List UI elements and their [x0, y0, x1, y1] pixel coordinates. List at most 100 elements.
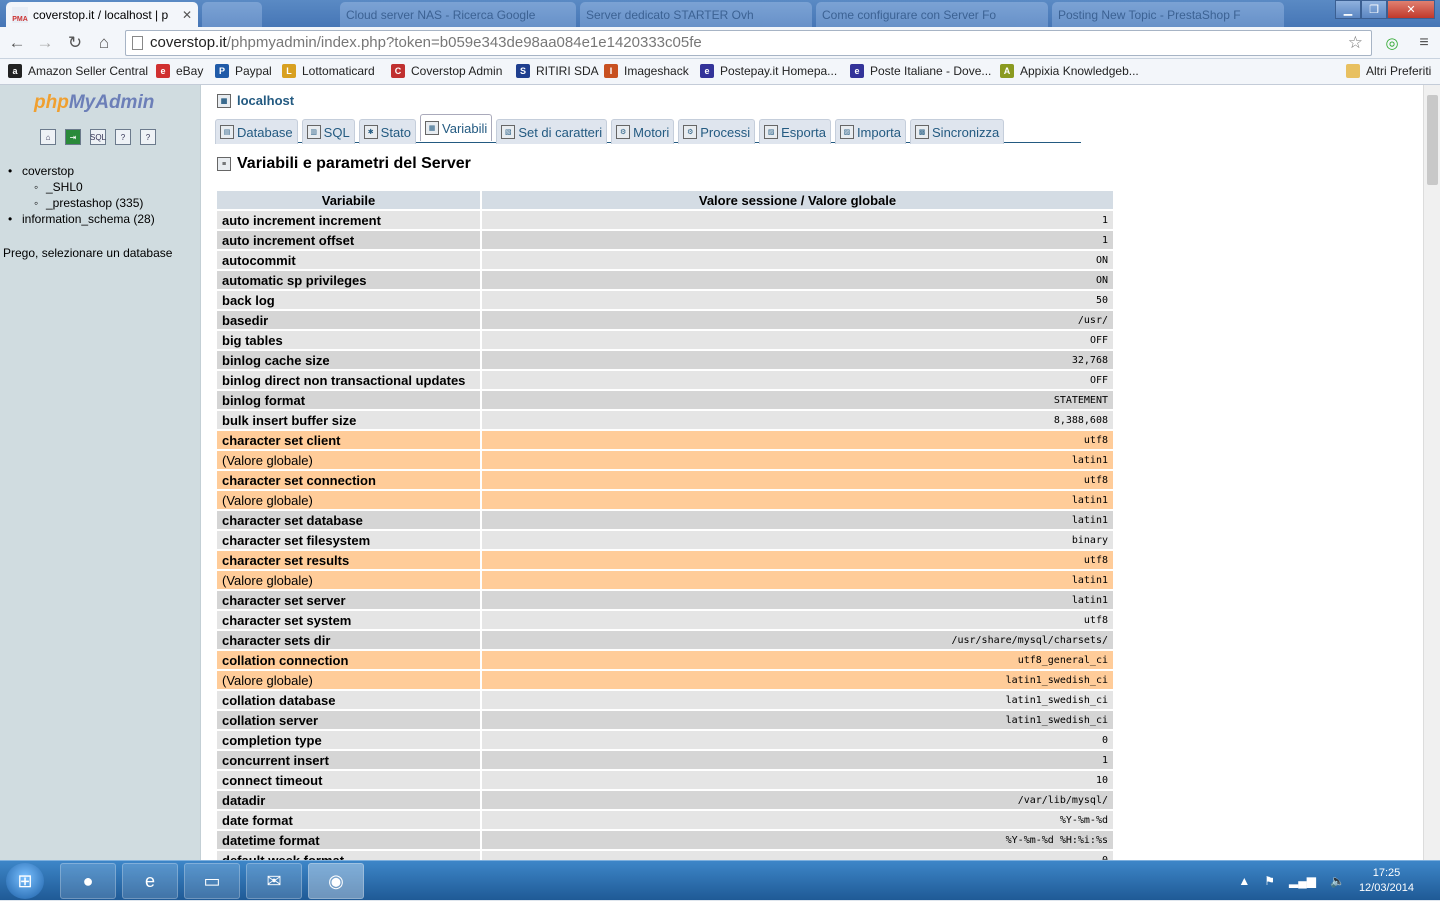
action-center-flag-icon[interactable]: ⚑ — [1264, 874, 1275, 888]
table-row: (Valore globale) latin1 — [217, 451, 1113, 469]
bookmark-item[interactable]: A Appixia Knowledgeb... — [1000, 64, 1139, 78]
variable-name: bulk insert buffer size — [217, 411, 480, 429]
nav-icons: ⌂ ⇥ SQL ? ? — [40, 129, 156, 145]
server-breadcrumb[interactable]: ▦ localhost — [217, 93, 294, 108]
tab-variabili[interactable]: ▦ Variabili — [420, 114, 493, 141]
database-subitem[interactable]: _SHL0 — [32, 179, 155, 195]
minimize-icon[interactable]: ▁ — [1335, 0, 1361, 19]
server-name[interactable]: localhost — [237, 93, 294, 108]
page-title: ≡ Variabili e parametri del Server — [217, 155, 471, 173]
scrollbar-thumb[interactable] — [1427, 95, 1438, 185]
window-close-icon[interactable]: ✕ — [1387, 0, 1435, 19]
bookmark-item[interactable]: e Postepay.it Homepa... — [700, 64, 837, 78]
table-row: character set filesystem binary — [217, 531, 1113, 549]
windows-taskbar: ⊞ ● e ▭ ✉ ◉ ▲ ⚑ ▂▄▆ 🔈 17:25 12/03/2014 — [0, 860, 1440, 900]
column-header-variable[interactable]: Variabile — [217, 191, 480, 209]
docs-icon[interactable]: ? — [115, 129, 131, 145]
table-row: character set server latin1 — [217, 591, 1113, 609]
page-scrollbar[interactable] — [1423, 85, 1440, 860]
system-tray: ▲ ⚑ ▂▄▆ 🔈 17:25 12/03/2014 — [1238, 861, 1440, 901]
bookmark-item[interactable]: a Amazon Seller Central — [8, 64, 148, 78]
variable-value: binary — [482, 531, 1113, 549]
variable-name: collation server — [217, 711, 480, 729]
database-name[interactable]: _SHL0 — [46, 180, 83, 194]
bookmark-star-icon[interactable]: ☆ — [1348, 31, 1363, 55]
table-row: bulk insert buffer size 8,388,608 — [217, 411, 1113, 429]
tab-label: Motori — [633, 124, 670, 140]
database-name[interactable]: _prestashop (335) — [46, 196, 143, 210]
variable-value: latin1_swedish_ci — [482, 671, 1113, 689]
tab-processi[interactable]: ⚙ Processi — [678, 119, 756, 144]
menu-icon[interactable]: ≡ — [1413, 32, 1435, 54]
volume-icon[interactable]: 🔈 — [1330, 874, 1345, 888]
maximize-icon[interactable]: ❐ — [1361, 0, 1387, 19]
bookmark-item[interactable]: P Paypal — [215, 64, 272, 78]
tab-background[interactable]: Come configurare con Server Fo — [816, 2, 1048, 27]
home-icon[interactable]: ⌂ — [93, 32, 115, 54]
table-row: character set system utf8 — [217, 611, 1113, 629]
chrome-icon[interactable]: ◉ — [308, 863, 364, 899]
firefox-icon[interactable]: ● — [60, 863, 116, 899]
variable-name: character set results — [217, 551, 480, 569]
variable-name: binlog cache size — [217, 351, 480, 369]
database-item[interactable]: information_schema (28) — [8, 211, 155, 227]
clock-time: 17:25 — [1372, 867, 1401, 879]
show-hidden-icons-icon[interactable]: ▲ — [1238, 874, 1250, 888]
server-tabs: ▤ Database ▥ SQL ✱ Stato ▦ Variabili ▧ Set di car… — [215, 114, 1081, 144]
back-icon[interactable]: ← — [6, 32, 28, 54]
tab-stato[interactable]: ✱ Stato — [358, 119, 417, 144]
mail-icon[interactable]: ✉ — [246, 863, 302, 899]
database-subitem[interactable]: _prestashop (335) — [32, 195, 155, 211]
mysql-docs-icon[interactable]: ? — [140, 129, 156, 145]
bookmark-item[interactable]: e eBay — [156, 64, 203, 78]
tab-motori[interactable]: ⚙ Motori — [611, 119, 675, 144]
tab-esporta[interactable]: ▨ Esporta — [759, 119, 831, 144]
column-header-value[interactable]: Valore sessione / Valore globale — [482, 191, 1113, 209]
exit-icon[interactable]: ⇥ — [65, 129, 81, 145]
variable-value: STATEMENT — [482, 391, 1113, 409]
tab-background[interactable]: Cloud server NAS - Ricerca Google — [340, 2, 576, 27]
other-bookmarks-folder[interactable]: Altri Preferiti — [1346, 64, 1431, 78]
table-row: collation server latin1_swedish_ci — [217, 711, 1113, 729]
phpmyadmin-logo[interactable]: phpMyAdmin — [34, 92, 154, 114]
folder-icon — [1346, 64, 1360, 78]
bookmark-item[interactable]: e Poste Italiane - Dove... — [850, 64, 991, 78]
tab-label: Database — [237, 124, 293, 140]
clock[interactable]: 17:25 12/03/2014 — [1359, 866, 1414, 896]
tab-background[interactable]: Server dedicato STARTER Ovh — [580, 2, 812, 27]
variable-value: latin1_swedish_ci — [482, 691, 1113, 709]
start-button-icon[interactable]: ⊞ — [6, 863, 44, 899]
table-row: binlog direct non transactional updates O… — [217, 371, 1113, 389]
internet-explorer-icon[interactable]: e — [122, 863, 178, 899]
tab-title: Cloud server NAS - Ricerca Google — [346, 7, 536, 22]
bookmark-item[interactable]: I Imageshack — [604, 64, 689, 78]
tab-background[interactable]: Posting New Topic - PrestaShop F — [1052, 2, 1284, 27]
bookmark-item[interactable]: C Coverstop Admin — [391, 64, 502, 78]
variable-value: ON — [482, 251, 1113, 269]
tab-database[interactable]: ▤ Database — [215, 119, 298, 144]
new-tab-button[interactable] — [202, 2, 262, 27]
variable-value: /var/lib/mysql/ — [482, 791, 1113, 809]
variable-name: (Valore globale) — [217, 451, 480, 469]
variable-name: (Valore globale) — [217, 491, 480, 509]
database-name[interactable]: coverstop — [22, 164, 74, 178]
tab-active[interactable]: PMA coverstop.it / localhost | p ✕ — [6, 2, 198, 27]
close-tab-icon[interactable]: ✕ — [182, 8, 192, 22]
home-icon[interactable]: ⌂ — [40, 129, 56, 145]
variable-value: /usr/ — [482, 311, 1113, 329]
database-name[interactable]: information_schema (28) — [22, 212, 155, 226]
database-item[interactable]: coverstop _SHL0 _prestashop (335) — [8, 163, 155, 211]
file-explorer-icon[interactable]: ▭ — [184, 863, 240, 899]
bookmark-item[interactable]: S RITIRI SDA — [516, 64, 599, 78]
address-bar[interactable]: coverstop.it/phpmyadmin/index.php?token=… — [125, 30, 1372, 56]
tab-set-di-caratteri[interactable]: ▧ Set di caratteri — [496, 119, 608, 144]
network-icon[interactable]: ▂▄▆ — [1289, 874, 1316, 888]
tab-sql[interactable]: ▥ SQL — [301, 119, 355, 144]
reload-icon[interactable]: ↻ — [64, 32, 86, 54]
forward-icon[interactable]: → — [34, 32, 56, 54]
tab-sincronizza[interactable]: ▩ Sincronizza — [910, 119, 1005, 144]
bookmark-item[interactable]: L Lottomaticard — [282, 64, 375, 78]
extension-icon[interactable]: ◎ — [1381, 32, 1403, 54]
sql-query-icon[interactable]: SQL — [90, 129, 106, 145]
tab-importa[interactable]: ▨ Importa — [834, 119, 907, 144]
